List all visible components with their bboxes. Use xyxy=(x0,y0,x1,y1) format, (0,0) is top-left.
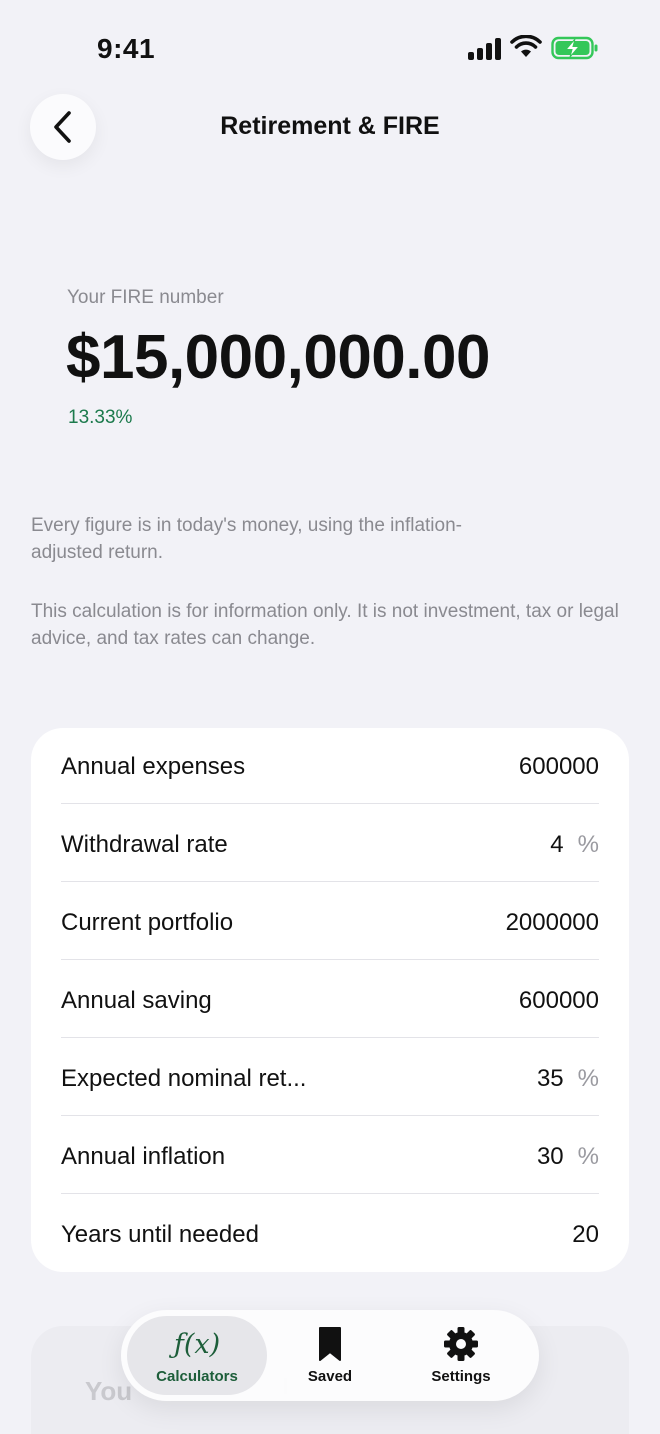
divider xyxy=(61,959,599,960)
bookmark-icon xyxy=(317,1326,343,1362)
page-title: Retirement & FIRE xyxy=(220,112,440,140)
unit-label: % xyxy=(577,1143,599,1170)
tab-label: Calculators xyxy=(156,1368,238,1385)
input-value[interactable]: 4% xyxy=(550,831,599,859)
input-value[interactable]: 20 xyxy=(572,1221,599,1249)
input-row-current-portfolio[interactable]: Current portfolio 2000000 xyxy=(61,884,599,962)
input-label: Annual inflation xyxy=(61,1143,226,1170)
input-value[interactable]: 30% xyxy=(537,1143,599,1171)
input-row-annual-saving[interactable]: Annual saving 600000 xyxy=(61,962,599,1040)
fx-icon: ƒ(x) xyxy=(173,1328,221,1360)
fire-number-label: Your FIRE number xyxy=(67,287,224,308)
tab-saved[interactable]: Saved xyxy=(260,1316,400,1395)
tab-label: Saved xyxy=(307,1368,353,1385)
input-row-expected-return[interactable]: Expected nominal ret... 35% xyxy=(61,1040,599,1118)
input-row-years-until-needed[interactable]: Years until needed 20 xyxy=(61,1196,599,1274)
unit-label: % xyxy=(577,1065,599,1092)
input-label: Years until needed xyxy=(61,1221,259,1248)
input-row-annual-inflation[interactable]: Annual inflation 30% xyxy=(61,1118,599,1196)
input-row-annual-expenses[interactable]: Annual expenses 600000 xyxy=(61,728,599,806)
inputs-card: Annual expenses 600000 Withdrawal rate 4… xyxy=(31,728,629,1272)
gear-icon xyxy=(443,1326,479,1362)
input-label: Expected nominal ret... xyxy=(61,1065,307,1092)
status-time: 9:41 xyxy=(97,33,156,64)
fire-number-value: $15,000,000.00 xyxy=(66,323,490,392)
divider xyxy=(61,803,599,804)
input-value[interactable]: 600000 xyxy=(519,753,599,781)
inflation-note: Every figure is in today's money, using … xyxy=(31,515,462,563)
battery-charging-icon xyxy=(551,36,598,60)
results-card-title-partial: You xyxy=(85,1376,133,1406)
disclaimer-note: This calculation is for information only… xyxy=(31,601,619,649)
input-value[interactable]: 35% xyxy=(537,1065,599,1093)
input-label: Current portfolio xyxy=(61,909,234,936)
status-bar: 9:41 xyxy=(0,0,660,96)
cellular-signal-icon xyxy=(468,38,502,60)
divider xyxy=(61,881,599,882)
tab-label: Settings xyxy=(431,1368,491,1385)
input-value[interactable]: 600000 xyxy=(519,987,599,1015)
input-row-withdrawal-rate[interactable]: Withdrawal rate 4% xyxy=(61,806,599,884)
fire-rate: 13.33% xyxy=(68,407,133,428)
tab-settings[interactable]: Settings xyxy=(391,1316,531,1395)
input-label: Withdrawal rate xyxy=(61,831,228,858)
input-label: Annual expenses xyxy=(61,753,246,780)
tab-bar: ƒ(x) Calculators Saved Settings xyxy=(121,1310,539,1401)
divider xyxy=(61,1193,599,1194)
tab-calculators[interactable]: ƒ(x) Calculators xyxy=(127,1316,267,1395)
input-label: Annual saving xyxy=(61,987,212,1014)
input-value[interactable]: 2000000 xyxy=(506,909,599,937)
divider xyxy=(61,1115,599,1116)
divider xyxy=(61,1037,599,1038)
wifi-icon xyxy=(510,35,542,57)
unit-label: % xyxy=(577,831,599,858)
